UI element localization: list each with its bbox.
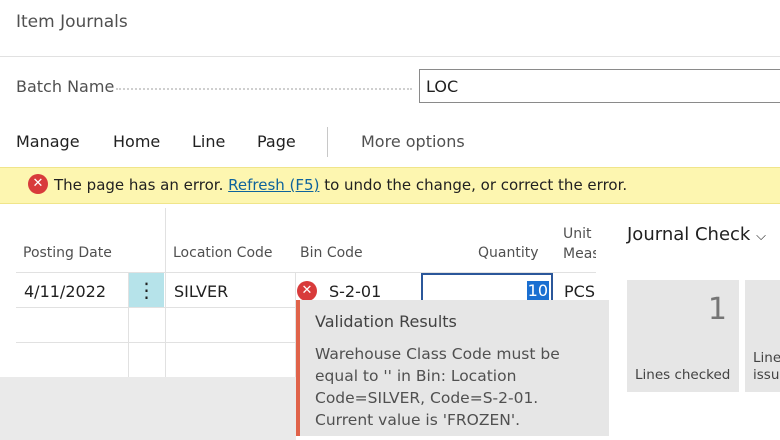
error-message: The page has an error. Refresh (F5) to u…: [54, 176, 627, 194]
tooltip-body: Warehouse Class Code must be equal to ''…: [315, 345, 560, 429]
page-title: Item Journals: [16, 12, 128, 32]
more-vertical-icon[interactable]: ⋮: [129, 273, 164, 307]
cell-posting-date[interactable]: 4/11/2022: [24, 282, 106, 301]
column-header-bin-code[interactable]: Bin Code: [300, 245, 363, 261]
column-header-unit-of-measure-line2[interactable]: Meas: [563, 246, 596, 262]
lines-with-issues-label-line1: Lines: [753, 350, 780, 366]
column-header-unit-of-measure-line1[interactable]: Unit o: [563, 226, 596, 242]
error-text-after: to undo the change, or correct the error…: [324, 176, 628, 194]
batch-name-input[interactable]: LOC: [419, 69, 780, 103]
header-divider: [0, 56, 780, 57]
lines-with-issues-tile[interactable]: Lines issue: [745, 280, 780, 392]
journal-check-title: Journal Check: [627, 224, 751, 245]
lines-with-issues-label: Lines issue: [753, 350, 780, 384]
batch-name-label: Batch Name: [16, 77, 115, 96]
grid-row-divider: [16, 342, 296, 343]
menu-home[interactable]: Home: [113, 132, 160, 151]
cell-unit-of-measure[interactable]: PCS: [564, 282, 595, 301]
column-header-posting-date[interactable]: Posting Date: [23, 245, 112, 261]
grid-divider-vertical: [165, 208, 166, 378]
refresh-link[interactable]: Refresh (F5): [228, 176, 319, 194]
menu-manage[interactable]: Manage: [16, 132, 80, 151]
validation-tooltip: Validation Results Warehouse Class Code …: [296, 300, 609, 436]
column-header-quantity[interactable]: Quantity: [478, 245, 539, 261]
journal-check-header[interactable]: Journal Check ⌵: [627, 224, 766, 245]
column-header-location-code[interactable]: Location Code: [173, 245, 273, 261]
grid-empty-area: [0, 377, 296, 440]
menu-more-options[interactable]: More options: [361, 132, 465, 151]
menu-line[interactable]: Line: [192, 132, 225, 151]
quantity-selected-value: 10: [526, 281, 549, 301]
menu-separator: [327, 127, 328, 157]
menu-page[interactable]: Page: [257, 132, 296, 151]
error-circle-icon: ✕: [28, 174, 48, 194]
grid-row-divider: [16, 307, 296, 308]
batch-name-leader-dots: [116, 88, 412, 90]
lines-checked-tile[interactable]: 1 Lines checked: [627, 280, 739, 392]
cell-bin-code[interactable]: S-2-01: [329, 282, 381, 301]
error-text-before: The page has an error.: [54, 176, 224, 194]
error-circle-icon: ✕: [297, 281, 317, 301]
tooltip-title: Validation Results: [315, 312, 457, 331]
cell-location-code[interactable]: SILVER: [174, 282, 228, 301]
chevron-down-icon: ⌵: [756, 229, 766, 244]
lines-checked-label: Lines checked: [635, 367, 731, 383]
lines-with-issues-label-line2: issue: [753, 367, 780, 383]
lines-checked-value: 1: [707, 292, 727, 327]
